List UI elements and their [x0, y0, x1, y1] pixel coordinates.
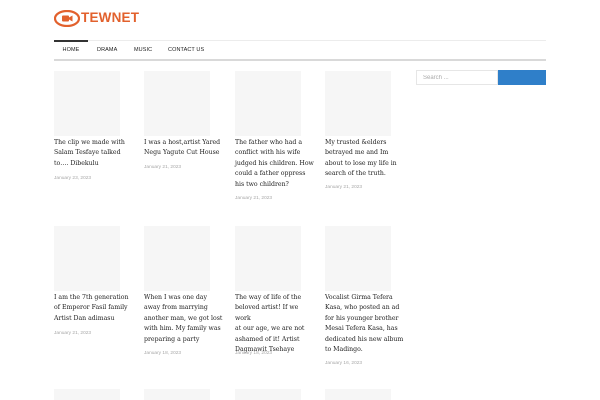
post-thumbnail[interactable] — [54, 389, 120, 400]
post-title[interactable]: My trusted &elders betrayed me and Im ab… — [325, 138, 405, 180]
nav-item-contact-us[interactable]: CONTACT US — [168, 41, 204, 60]
post-title[interactable]: I was a host,artist Yared Negu Yagute Cu… — [144, 138, 224, 159]
post-date: January 21, 2023 — [235, 196, 273, 201]
site-logo[interactable]: TEWNET — [54, 9, 139, 27]
site-logo-text: TEWNET — [81, 10, 140, 25]
post-date: January 23, 2023 — [54, 176, 92, 181]
post-date: January 21, 2023 — [325, 185, 363, 190]
post-title[interactable]: I am the 7th generation of Emperor Fasil… — [54, 293, 134, 324]
post-date: January 18, 2023 — [235, 351, 273, 356]
search-input[interactable] — [416, 70, 498, 85]
post-thumbnail[interactable] — [235, 226, 301, 291]
search-button[interactable] — [498, 70, 546, 85]
post-thumbnail[interactable] — [54, 71, 120, 136]
post-date: January 21, 2023 — [54, 331, 92, 336]
post-thumbnail[interactable] — [325, 389, 391, 400]
post-thumbnail[interactable] — [144, 226, 210, 291]
post-thumbnail[interactable] — [54, 226, 120, 291]
nav-item-music[interactable]: MUSIC — [134, 41, 152, 60]
camera-eye-icon — [54, 9, 80, 27]
post-thumbnail[interactable] — [144, 389, 210, 400]
nav-item-drama[interactable]: DRAMA — [97, 41, 117, 60]
post-thumbnail[interactable] — [235, 389, 301, 400]
main-navigation: HOME DRAMA MUSIC CONTACT US — [54, 40, 546, 61]
post-date: January 16, 2023 — [325, 361, 363, 366]
post-date: January 18, 2023 — [144, 351, 182, 356]
post-thumbnail[interactable] — [325, 226, 391, 291]
post-title[interactable]: When I was one day away from marrying an… — [144, 293, 224, 345]
nav-item-home[interactable]: HOME — [54, 40, 88, 59]
post-title[interactable]: Vocalist Girma Tefera Kasa, who posted a… — [325, 293, 405, 355]
post-title[interactable]: The way of life of the beloved artist! I… — [235, 293, 315, 355]
post-thumbnail[interactable] — [325, 71, 391, 136]
post-date: January 21, 2023 — [144, 165, 182, 170]
post-thumbnail[interactable] — [144, 71, 210, 136]
post-title[interactable]: The clip we made with Salam Tesfaye talk… — [54, 138, 134, 169]
post-title[interactable]: The father who had a conflict with his w… — [235, 138, 315, 190]
post-thumbnail[interactable] — [235, 71, 301, 136]
